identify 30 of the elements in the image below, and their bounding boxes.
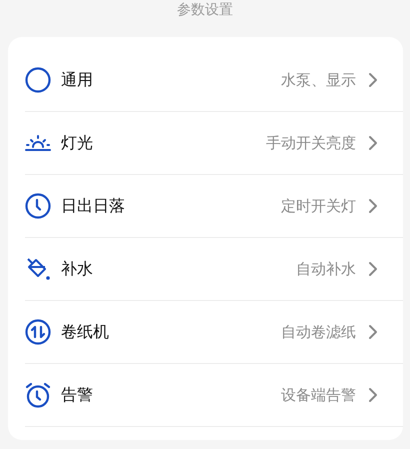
settings-item[interactable]: 日出日落 定时开关灯	[25, 175, 403, 238]
alarm-clock-icon	[25, 382, 51, 408]
settings-item[interactable]: 告警 设备端告警	[25, 364, 403, 427]
bucket-icon	[25, 256, 51, 282]
chevron-icon	[368, 135, 378, 151]
settings-item[interactable]: 灯光 手动开关亮度	[25, 112, 403, 175]
item-label: 卷纸机	[61, 322, 109, 342]
clock-icon	[25, 193, 51, 219]
item-value: 设备端告警	[281, 386, 356, 404]
page-title: 参数设置	[176, 1, 234, 20]
settings-item[interactable]: 卷纸机 自动卷滤纸	[25, 301, 403, 364]
item-label: 补水	[61, 258, 93, 280]
item-value: 水泵、显示	[281, 70, 356, 90]
item-label: 日出日落	[61, 196, 125, 216]
item-label: 告警	[61, 384, 93, 406]
chevron-icon	[368, 198, 378, 214]
chevron-icon	[368, 387, 378, 403]
item-value: 定时开关灯	[281, 196, 356, 216]
chevron-icon	[368, 324, 378, 340]
circle-icon	[25, 67, 51, 93]
item-value: 自动补水	[296, 260, 356, 278]
chevron-icon	[368, 261, 378, 277]
chevron-icon	[368, 72, 378, 88]
item-value: 手动开关亮度	[266, 134, 356, 152]
item-value: 自动卷滤纸	[281, 322, 356, 342]
swap-icon	[25, 319, 51, 345]
item-label: 通用	[61, 70, 93, 90]
settings-item[interactable]: 补水 自动补水	[25, 238, 403, 301]
settings-item[interactable]: 通用 水泵、显示	[25, 49, 403, 112]
item-label: 灯光	[61, 132, 93, 154]
